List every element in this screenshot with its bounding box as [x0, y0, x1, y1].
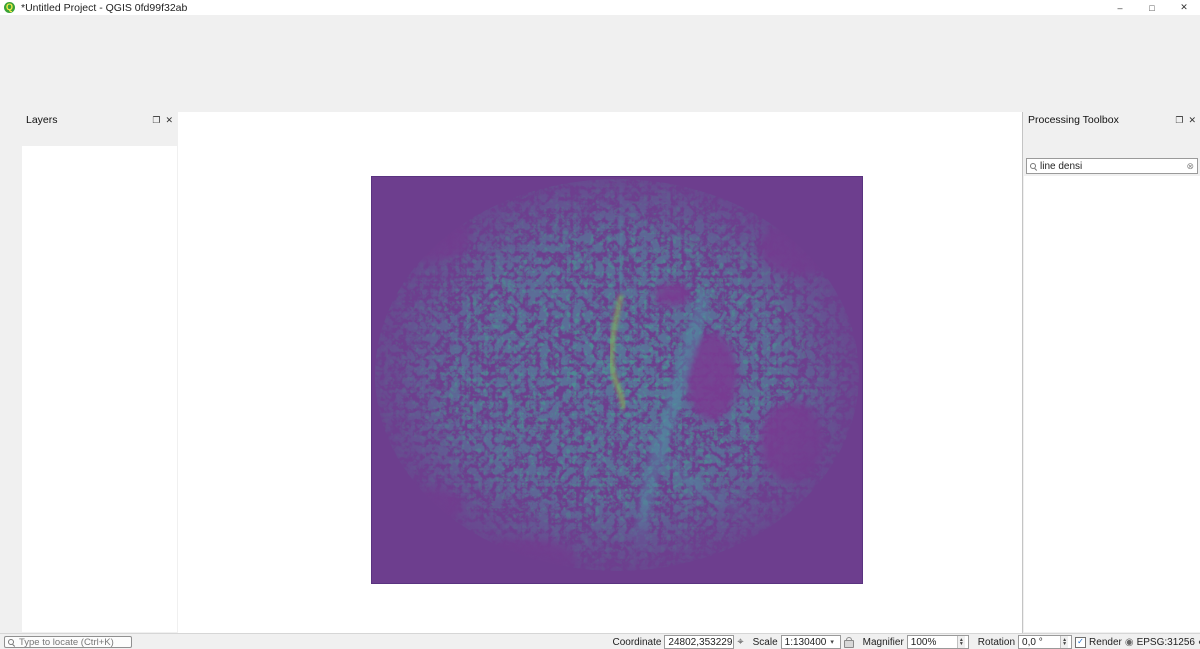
toolbox-search-input[interactable]: line densi ⊗	[1026, 158, 1198, 174]
qgis-window: Q *Untitled Project - QGIS 0fd99f32ab – …	[0, 0, 1200, 649]
window-title: *Untitled Project - QGIS 0fd99f32ab	[21, 2, 187, 14]
search-icon	[1030, 163, 1037, 170]
clear-search-icon[interactable]: ⊗	[1186, 161, 1194, 172]
globe-icon: ◉	[1125, 637, 1134, 648]
crs-status[interactable]: EPSG:31256	[1137, 637, 1195, 648]
spinner-icon[interactable]: ▲▼	[1060, 636, 1068, 648]
toolbar-shape-digitizing	[0, 91, 1200, 113]
toolbar-digitizing-labels-plugins	[0, 50, 1200, 71]
map-canvas[interactable]	[178, 112, 1022, 633]
magnifier-input[interactable]: 100% ▲▼	[907, 635, 969, 649]
rotation-input[interactable]: 0,0 ° ▲▼	[1018, 635, 1072, 649]
minimize-button[interactable]: –	[1104, 0, 1136, 15]
close-panel-icon[interactable]: ✕	[1188, 115, 1196, 126]
layers-panel-title: Layers	[26, 114, 147, 126]
spinner-icon[interactable]: ▲▼	[957, 636, 965, 648]
locator-input[interactable]: Type to locate (Ctrl+K)	[4, 636, 132, 648]
close-button[interactable]: ✕	[1168, 0, 1200, 15]
chevron-down-icon: ▾	[830, 638, 834, 646]
menu-bar	[0, 15, 1200, 29]
extent-toggle-icon[interactable]: ⌖	[737, 636, 743, 649]
search-icon	[8, 639, 15, 646]
processing-toolbox-toolbar	[1023, 128, 1200, 145]
close-panel-icon[interactable]: ✕	[165, 115, 173, 126]
toolbox-search-value: line densi	[1040, 161, 1082, 172]
title-bar: Q *Untitled Project - QGIS 0fd99f32ab – …	[0, 0, 1200, 16]
render-checkbox[interactable]: ✓ Render	[1075, 637, 1122, 648]
line-density-raster-map[interactable]	[372, 177, 862, 583]
scale-label: Scale	[753, 637, 778, 648]
toolbar-file-nav	[0, 29, 1200, 50]
scale-select[interactable]: 1:130400▾	[781, 635, 841, 649]
layer-tree	[22, 146, 177, 632]
qgis-logo-icon: Q	[4, 2, 15, 13]
processing-algorithm-tree	[1024, 176, 1200, 632]
float-panel-icon[interactable]: ❐	[152, 115, 160, 126]
layers-panel: Layers ❐ ✕	[21, 112, 179, 633]
maximize-button[interactable]: □	[1136, 0, 1168, 15]
status-bar: Type to locate (Ctrl+K) Coordinate 24802…	[0, 633, 1200, 649]
magnifier-label: Magnifier	[863, 637, 904, 648]
processing-toolbox-title: Processing Toolbox	[1028, 114, 1170, 126]
manage-layers-toolbar	[0, 112, 22, 636]
layers-panel-toolbar	[21, 128, 178, 145]
locator-placeholder: Type to locate (Ctrl+K)	[19, 637, 114, 648]
float-panel-icon[interactable]: ❐	[1175, 115, 1183, 126]
rotation-label: Rotation	[978, 637, 1015, 648]
toolbar-advanced-digitizing-snapping	[0, 71, 1200, 91]
render-label: Render	[1089, 637, 1122, 648]
coordinate-label: Coordinate	[613, 637, 662, 648]
coordinate-input[interactable]: 24802,353229	[664, 635, 734, 649]
map-raster-image	[372, 177, 862, 583]
processing-toolbox-panel: Processing Toolbox ❐ ✕ line densi ⊗	[1022, 112, 1200, 633]
lock-scale-icon[interactable]	[844, 640, 854, 648]
